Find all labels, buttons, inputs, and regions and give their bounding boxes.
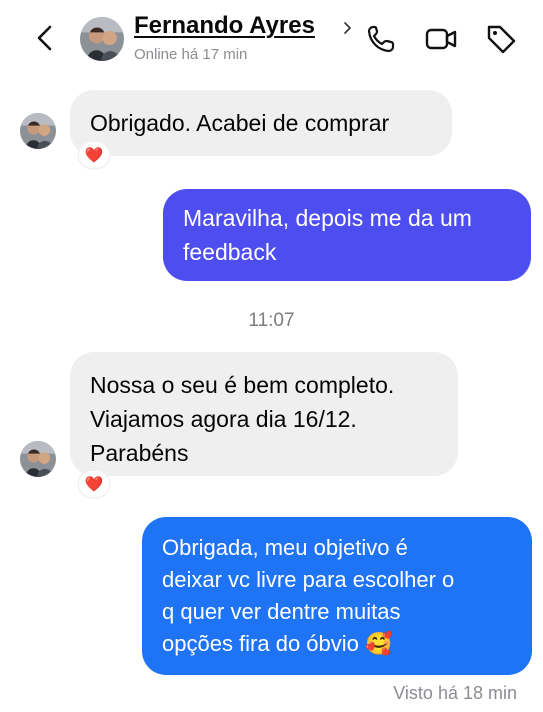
sender-avatar[interactable] (20, 113, 56, 149)
message-bubble-outgoing[interactable]: Maravilha, depois me da um feedback (163, 189, 531, 281)
video-camera-icon[interactable] (424, 22, 458, 56)
phone-icon[interactable] (364, 22, 398, 56)
online-status: Online há 17 min (134, 46, 248, 63)
back-chevron-icon[interactable] (30, 22, 60, 54)
seen-status: Visto há 18 min (393, 683, 517, 703)
message-bubble-incoming[interactable]: Obrigado. Acabei de comprar (70, 90, 452, 156)
message-bubble-incoming[interactable]: Nossa o seu é bem completo. Viajamos ago… (70, 352, 458, 476)
message-bubble-outgoing[interactable]: Obrigada, meu objetivo é deixar vc livre… (142, 517, 532, 675)
chat-header: Fernando Ayres Online há 17 min (0, 0, 543, 74)
avatar[interactable] (80, 17, 124, 61)
tag-icon[interactable] (484, 22, 518, 56)
reaction-heart[interactable]: ❤️ (79, 142, 109, 168)
heart-icon: ❤️ (84, 476, 104, 493)
contact-name[interactable]: Fernando Ayres (134, 12, 315, 40)
sender-avatar[interactable] (20, 441, 56, 477)
reaction-heart[interactable]: ❤️ (79, 471, 109, 497)
chevron-right-icon[interactable] (342, 20, 354, 36)
heart-icon: ❤️ (84, 147, 104, 164)
timestamp: 11:07 (248, 310, 295, 331)
